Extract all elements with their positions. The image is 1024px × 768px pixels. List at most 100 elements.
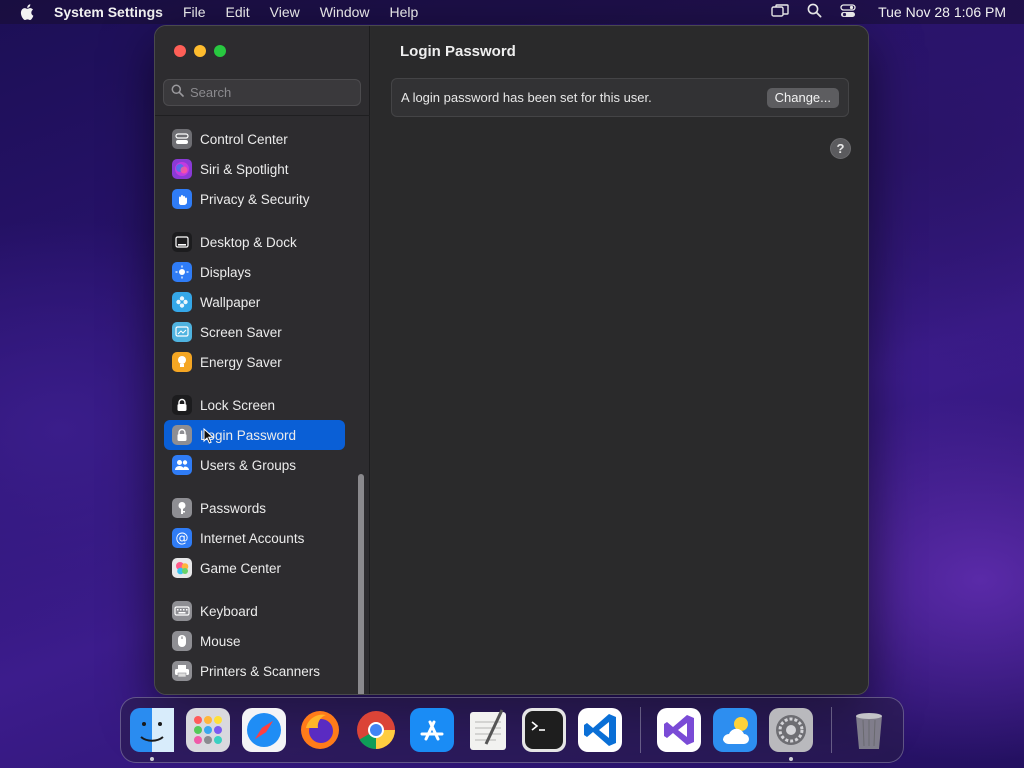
menu-file[interactable]: File (183, 4, 206, 20)
sidebar-item-label: Privacy & Security (200, 191, 310, 207)
sidebar-item-passwords[interactable]: Passwords (164, 493, 345, 523)
textedit-icon[interactable] (466, 708, 510, 752)
dock-separator (830, 707, 831, 753)
search-input[interactable] (190, 85, 350, 100)
sidebar-group: Keyboard Mouse Printers & Scanners (155, 596, 370, 686)
password-status-text: A login password has been set for this u… (401, 90, 652, 105)
svg-text:@: @ (176, 531, 189, 545)
sidebar-group: Desktop & Dock Displays Wallpaper Screen Sa… (155, 227, 370, 377)
sidebar-item-label: Users & Groups (200, 457, 297, 473)
page-title: Login Password (400, 43, 516, 60)
siri-icon (172, 159, 192, 179)
bulb-icon (172, 352, 192, 372)
sidebar-item-label: Passwords (200, 500, 267, 516)
visual-studio-icon[interactable] (656, 708, 701, 752)
search-icon (171, 84, 184, 102)
sidebar-item-displays[interactable]: Displays (164, 257, 345, 287)
screen-mirroring-icon[interactable] (771, 3, 789, 21)
sidebar-item-label: Energy Saver (200, 354, 282, 370)
menu-help[interactable]: Help (390, 4, 419, 20)
dock-icon (172, 232, 192, 252)
printer-icon (172, 661, 192, 681)
sidebar-scrollbar[interactable] (358, 474, 364, 694)
system-settings-icon[interactable] (768, 708, 813, 761)
login-password-pane: Login Password A login password has been… (371, 26, 868, 694)
firefox-icon[interactable] (298, 708, 342, 752)
lock-icon (172, 425, 192, 445)
sidebar-item-label: Internet Accounts (200, 530, 305, 546)
users-icon (172, 455, 192, 475)
zoom-window-button[interactable] (214, 45, 226, 57)
app-store-icon[interactable] (410, 708, 454, 752)
sidebar-item-control-center[interactable]: Control Center (164, 124, 345, 154)
sidebar-item-privacy-and-security[interactable]: Privacy & Security (164, 184, 345, 214)
change-password-button[interactable]: Change... (766, 87, 839, 108)
password-status-box: A login password has been set for this u… (391, 78, 849, 117)
sidebar-item-label: Wallpaper (200, 294, 261, 310)
menu-bar: System Settings File Edit View Window He… (0, 0, 1024, 24)
game-center-icon (172, 558, 192, 578)
sidebar-item-login-password[interactable]: Login Password (164, 420, 345, 450)
minimize-window-button[interactable] (194, 45, 206, 57)
sun-icon (172, 262, 192, 282)
sidebar-group: Passwords @ Internet Accounts Game Center (155, 493, 370, 583)
screen-saver-icon (172, 322, 192, 342)
key-icon (172, 498, 192, 518)
sidebar-item-label: Login Password (200, 427, 297, 443)
help-button[interactable]: ? (830, 138, 851, 159)
sidebar-item-label: Screen Saver (200, 324, 282, 340)
menu-window[interactable]: Window (320, 4, 370, 20)
sidebar-item-siri-and-spotlight[interactable]: Siri & Spotlight (164, 154, 345, 184)
vscode-icon[interactable] (578, 708, 622, 752)
sidebar-item-lock-screen[interactable]: Lock Screen (164, 390, 345, 420)
sidebar-item-wallpaper[interactable]: Wallpaper (164, 287, 345, 317)
sidebar-item-label: Game Center (200, 560, 282, 576)
menu-view[interactable]: View (270, 4, 300, 20)
launchpad-icon[interactable] (186, 708, 230, 752)
sidebar-item-label: Printers & Scanners (200, 663, 321, 679)
control-center-icon[interactable] (840, 3, 856, 21)
dock-separator (640, 707, 641, 753)
safari-icon[interactable] (242, 708, 286, 752)
sidebar: Control Center Siri & Spotlight Privacy & … (155, 26, 370, 694)
at-icon: @ (172, 528, 192, 548)
terminal-icon[interactable] (522, 708, 566, 752)
sidebar-item-label: Desktop & Dock (200, 234, 297, 250)
sidebar-list: Control Center Siri & Spotlight Privacy & … (155, 115, 370, 694)
sidebar-item-game-center[interactable]: Game Center (164, 553, 345, 583)
sidebar-search[interactable] (163, 79, 361, 106)
sidebar-item-desktop-and-dock[interactable]: Desktop & Dock (164, 227, 345, 257)
running-indicator (150, 757, 154, 761)
hand-icon (172, 189, 192, 209)
chrome-icon[interactable] (354, 708, 398, 752)
flower-icon (172, 292, 192, 312)
sidebar-item-printers-and-scanners[interactable]: Printers & Scanners (164, 656, 345, 686)
system-settings-window: Control Center Siri & Spotlight Privacy & … (154, 25, 869, 695)
sidebar-item-label: Mouse (200, 633, 241, 649)
sidebar-item-energy-saver[interactable]: Energy Saver (164, 347, 345, 377)
sidebar-item-label: Control Center (200, 131, 288, 147)
mouse-icon (172, 631, 192, 651)
keyboard-icon (172, 601, 192, 621)
lock-icon (172, 395, 192, 415)
sidebar-group: Control Center Siri & Spotlight Privacy & … (155, 124, 370, 214)
apple-menu-icon[interactable] (0, 4, 54, 20)
close-window-button[interactable] (174, 45, 186, 57)
sidebar-item-label: Lock Screen (200, 397, 276, 413)
sidebar-item-label: Siri & Spotlight (200, 161, 289, 177)
sidebar-item-keyboard[interactable]: Keyboard (164, 596, 345, 626)
trash-icon[interactable] (847, 708, 891, 752)
control-center-icon (172, 129, 192, 149)
weather-icon[interactable] (712, 708, 757, 752)
sidebar-item-internet-accounts[interactable]: @ Internet Accounts (164, 523, 345, 553)
sidebar-item-screen-saver[interactable]: Screen Saver (164, 317, 345, 347)
window-controls (174, 45, 226, 57)
sidebar-group: Lock Screen Login Password Users & Groups (155, 390, 370, 480)
finder-icon[interactable] (130, 708, 174, 761)
app-name-menu[interactable]: System Settings (54, 4, 163, 20)
menu-bar-clock[interactable]: Tue Nov 28 1:06 PM (878, 4, 1006, 20)
sidebar-item-mouse[interactable]: Mouse (164, 626, 345, 656)
menu-edit[interactable]: Edit (226, 4, 250, 20)
sidebar-item-users-and-groups[interactable]: Users & Groups (164, 450, 345, 480)
spotlight-search-icon[interactable] (807, 3, 822, 21)
